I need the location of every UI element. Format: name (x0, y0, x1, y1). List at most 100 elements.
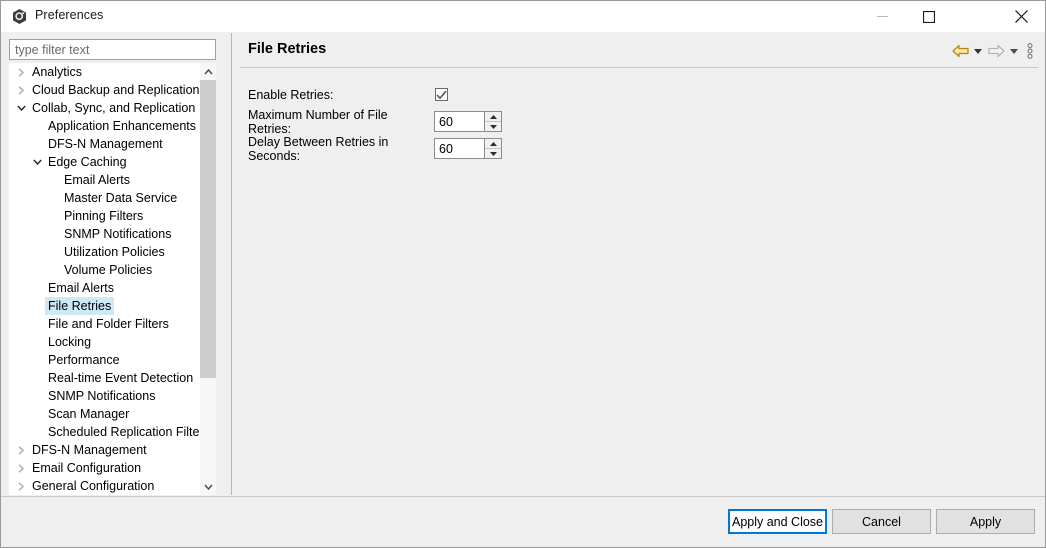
dialog-footer: Apply and Close Cancel Apply (1, 497, 1045, 547)
chevron-down-icon[interactable] (29, 159, 45, 165)
preferences-tree[interactable]: AnalyticsCloud Backup and ReplicationCol… (9, 63, 216, 495)
tree-item[interactable]: Cloud Backup and Replication (9, 81, 199, 99)
settings-form: Enable Retries: Maximum Number of File R… (248, 81, 748, 162)
tree-item-label: Locking (45, 333, 94, 351)
tree-item-label: Cloud Backup and Replication (29, 81, 202, 99)
max-file-retries-spin-buttons[interactable] (484, 112, 501, 131)
delay-between-retries-input[interactable] (435, 139, 487, 158)
tree-item-label: Scheduled Replication Filters (45, 423, 213, 441)
field-enable-retries: Enable Retries: (248, 81, 748, 108)
tree-item[interactable]: Scheduled Replication Filters (9, 423, 199, 441)
tree-item-label: DFS-N Management (45, 135, 166, 153)
tree-item[interactable]: Email Alerts (9, 279, 199, 297)
tree-item-label: File and Folder Filters (45, 315, 172, 333)
tree-item-label: Analytics (29, 63, 85, 81)
maximize-button[interactable] (906, 1, 952, 32)
tree-item[interactable]: File Retries (9, 297, 199, 315)
tree-item[interactable]: Application Enhancements (9, 117, 199, 135)
tree-item[interactable]: Scan Manager (9, 405, 199, 423)
spin-up-icon[interactable] (485, 139, 501, 149)
close-button[interactable] (998, 1, 1045, 32)
title-bar: Preferences (1, 1, 1045, 32)
tree-item-label: Scan Manager (45, 405, 132, 423)
app-hexagon-icon (11, 8, 28, 25)
spin-up-icon[interactable] (485, 112, 501, 122)
view-menu-icon[interactable] (1021, 40, 1039, 62)
title-divider (240, 67, 1038, 68)
chevron-right-icon[interactable] (13, 86, 29, 95)
apply-button[interactable]: Apply (936, 509, 1035, 534)
forward-history-chevron-down-icon[interactable] (1007, 40, 1021, 62)
tree-item-label: Performance (45, 351, 123, 369)
tree-item[interactable]: Email Configuration (9, 459, 199, 477)
scroll-down-icon[interactable] (200, 478, 216, 495)
enable-retries-label: Enable Retries: (248, 88, 434, 102)
tree-item-label: Utilization Policies (61, 243, 168, 261)
tree-item[interactable]: Volume Policies (9, 261, 199, 279)
tree-scrollbar[interactable] (199, 63, 216, 495)
tree-list: AnalyticsCloud Backup and ReplicationCol… (9, 63, 199, 495)
spin-down-icon[interactable] (485, 122, 501, 131)
tree-item-label: Volume Policies (61, 261, 155, 279)
tree-item-label: Edge Caching (45, 153, 130, 171)
tree-item[interactable]: Master Data Service (9, 189, 199, 207)
max-file-retries-stepper[interactable] (434, 111, 502, 132)
tree-item-label: File Retries (45, 297, 114, 315)
back-arrow-icon[interactable] (949, 40, 971, 62)
minimize-button[interactable] (859, 1, 905, 32)
settings-panel: File Retries (231, 33, 1045, 495)
delay-between-retries-spin-buttons[interactable] (484, 139, 501, 158)
enable-retries-checkbox[interactable] (435, 88, 448, 101)
window-title: Preferences (35, 8, 104, 22)
tree-item-label: Master Data Service (61, 189, 180, 207)
field-max-file-retries: Maximum Number of File Retries: (248, 108, 748, 135)
tree-item-label: DFS-N Management (29, 441, 150, 459)
tree-item[interactable]: Pinning Filters (9, 207, 199, 225)
scroll-up-icon[interactable] (200, 63, 216, 80)
tree-item-label: SNMP Notifications (61, 225, 174, 243)
tree-item[interactable]: Edge Caching (9, 153, 199, 171)
tree-item-label: Email Alerts (45, 279, 117, 297)
tree-item-label: SNMP Notifications (45, 387, 158, 405)
search-input[interactable] (9, 39, 216, 60)
tree-item[interactable]: DFS-N Management (9, 441, 199, 459)
tree-item[interactable]: SNMP Notifications (9, 387, 199, 405)
tree-item[interactable]: Performance (9, 351, 199, 369)
preferences-dialog: Preferences AnalyticsCloud Backup and Re… (0, 0, 1046, 548)
tree-item[interactable]: General Configuration (9, 477, 199, 495)
page-title: File Retries (248, 41, 326, 57)
scrollbar-thumb[interactable] (200, 80, 216, 378)
tree-item[interactable]: Real-time Event Detection (9, 369, 199, 387)
field-delay-between-retries: Delay Between Retries in Seconds: (248, 135, 748, 162)
chevron-down-icon[interactable] (13, 105, 29, 111)
tree-item-label: Collab, Sync, and Replication (29, 99, 198, 117)
chevron-right-icon[interactable] (13, 482, 29, 491)
tree-item[interactable]: Utilization Policies (9, 243, 199, 261)
tree-item-label: General Configuration (29, 477, 157, 495)
panel-toolbar (949, 39, 1039, 63)
tree-item[interactable]: DFS-N Management (9, 135, 199, 153)
spin-down-icon[interactable] (485, 149, 501, 158)
tree-item-label: Application Enhancements (45, 117, 199, 135)
delay-between-retries-stepper[interactable] (434, 138, 502, 159)
tree-item-label: Real-time Event Detection (45, 369, 196, 387)
delay-between-retries-label: Delay Between Retries in Seconds: (248, 135, 434, 163)
chevron-right-icon[interactable] (13, 446, 29, 455)
tree-item[interactable]: Analytics (9, 63, 199, 81)
chevron-right-icon[interactable] (13, 68, 29, 77)
tree-item[interactable]: File and Folder Filters (9, 315, 199, 333)
tree-item[interactable]: Locking (9, 333, 199, 351)
chevron-right-icon[interactable] (13, 464, 29, 473)
apply-and-close-button[interactable]: Apply and Close (728, 509, 827, 534)
back-history-chevron-down-icon[interactable] (971, 40, 985, 62)
tree-item[interactable]: SNMP Notifications (9, 225, 199, 243)
tree-item[interactable]: Collab, Sync, and Replication (9, 99, 199, 117)
forward-arrow-icon[interactable] (985, 40, 1007, 62)
tree-item[interactable]: Email Alerts (9, 171, 199, 189)
tree-item-label: Pinning Filters (61, 207, 146, 225)
cancel-button[interactable]: Cancel (832, 509, 931, 534)
max-file-retries-label: Maximum Number of File Retries: (248, 108, 434, 136)
tree-item-label: Email Alerts (61, 171, 133, 189)
tree-item-label: Email Configuration (29, 459, 144, 477)
max-file-retries-input[interactable] (435, 112, 487, 131)
